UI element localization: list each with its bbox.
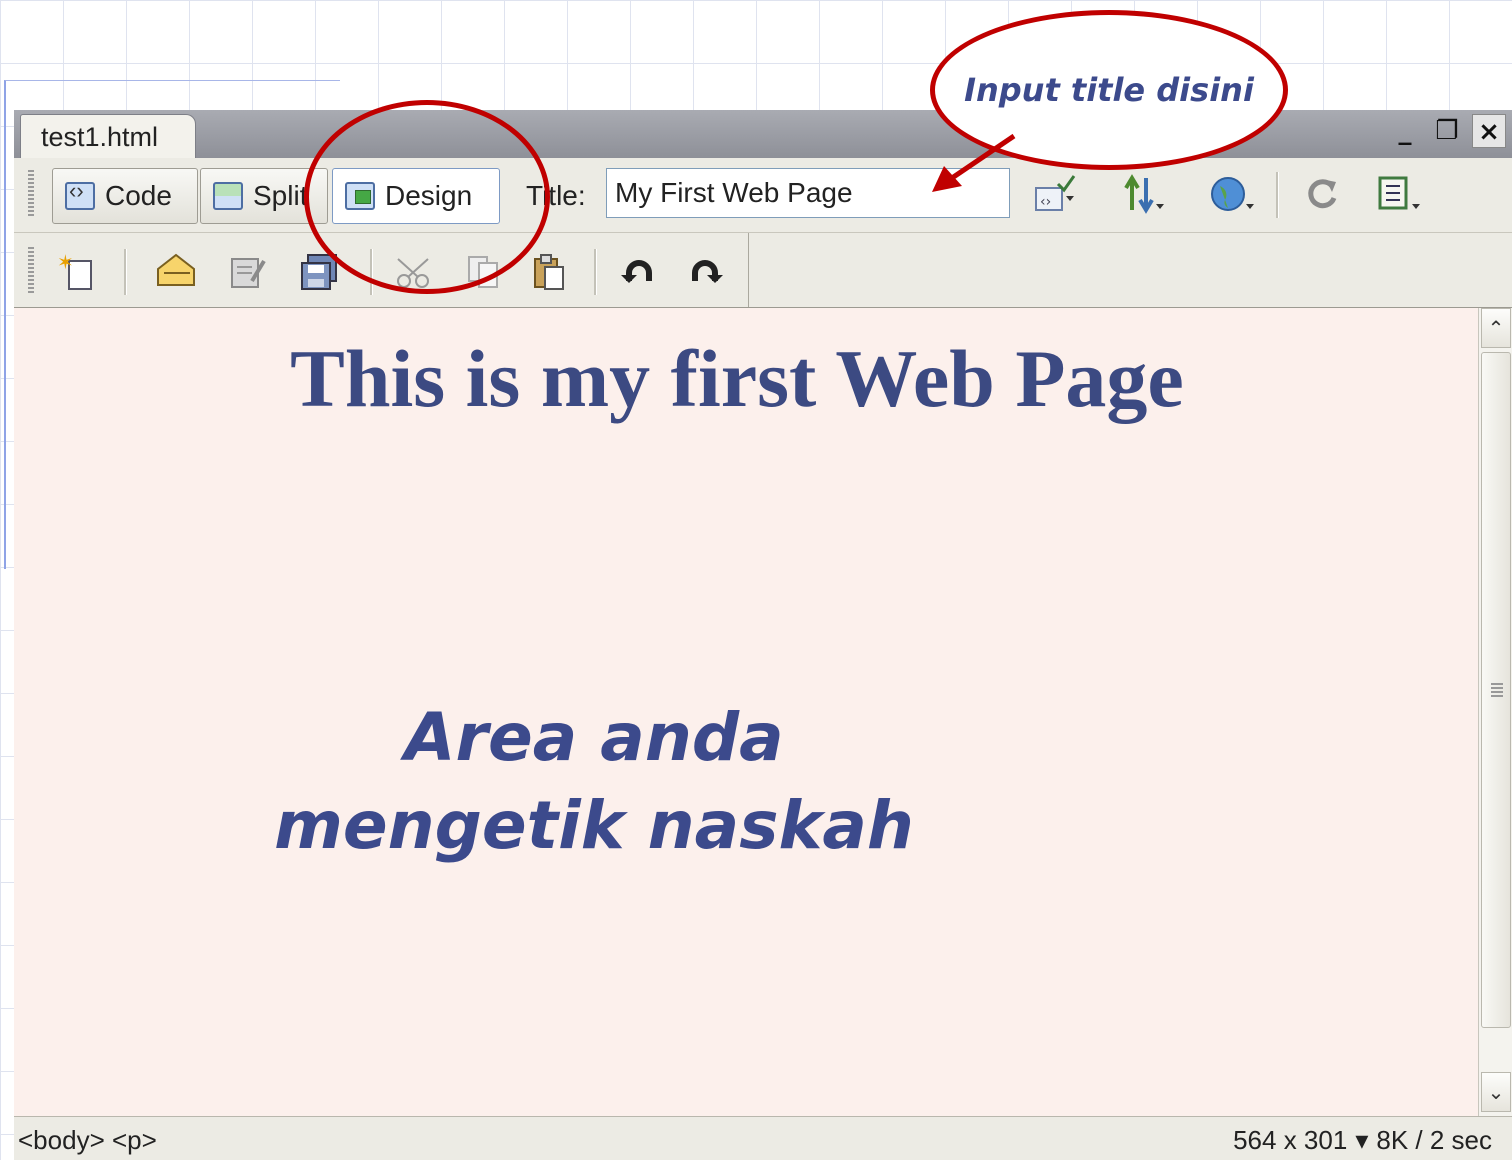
toolbar-separator bbox=[124, 249, 127, 295]
code-view-label: Code bbox=[105, 180, 172, 211]
window-size-readout[interactable]: 564 x 301 bbox=[1233, 1125, 1347, 1156]
vertical-scrollbar[interactable]: ⌃ ⌄ bbox=[1478, 308, 1512, 1116]
view-options-icon[interactable] bbox=[1376, 172, 1424, 216]
typing-area-annotation-line2: mengetik naskah bbox=[274, 787, 914, 864]
title-input-callout-text: Input title disini bbox=[964, 71, 1254, 109]
status-info: 564 x 301 ▾ 8K / 2 sec bbox=[1233, 1125, 1492, 1156]
open-icon[interactable] bbox=[154, 249, 200, 293]
scrollbar-grip bbox=[1491, 683, 1503, 697]
minimize-button[interactable]: _ bbox=[1388, 114, 1422, 148]
restore-button[interactable]: ❐ bbox=[1430, 114, 1464, 148]
scroll-up-arrow-icon[interactable]: ⌃ bbox=[1481, 308, 1511, 348]
validate-markup-icon[interactable]: ‹› bbox=[1030, 172, 1078, 216]
toolbar-grip[interactable] bbox=[28, 170, 34, 216]
code-view-button[interactable]: Code bbox=[52, 168, 198, 224]
redo-icon[interactable] bbox=[682, 249, 728, 293]
design-view-area[interactable]: This is my first Web Page Area anda meng… bbox=[14, 308, 1478, 1116]
window-controls: _ ❐ × bbox=[1388, 114, 1506, 148]
status-bar: <body> <p> 564 x 301 ▾ 8K / 2 sec bbox=[14, 1116, 1512, 1160]
typing-area-annotation-line1: Area anda bbox=[404, 699, 784, 776]
split-view-icon bbox=[213, 182, 243, 210]
browse-bridge-icon[interactable] bbox=[224, 249, 270, 293]
document-toolbar: Code Split Design Title: ‹› bbox=[14, 158, 1512, 233]
new-icon[interactable]: ✶ bbox=[54, 249, 100, 293]
file-management-icon[interactable] bbox=[1120, 172, 1168, 216]
scrollbar-thumb[interactable] bbox=[1481, 352, 1511, 1028]
toolbar-separator bbox=[594, 249, 597, 295]
typing-area-annotation: Area anda mengetik naskah bbox=[244, 694, 944, 870]
svg-text:✶: ✶ bbox=[57, 251, 74, 274]
preview-browser-icon[interactable] bbox=[1208, 172, 1256, 216]
undo-icon[interactable] bbox=[616, 249, 662, 293]
refresh-icon[interactable] bbox=[1298, 172, 1346, 216]
tag-selector[interactable]: <body> <p> bbox=[18, 1125, 157, 1156]
paste-icon[interactable] bbox=[526, 249, 572, 293]
svg-text:‹›: ‹› bbox=[1040, 194, 1051, 210]
title-input-callout: Input title disini bbox=[930, 10, 1288, 170]
document-tab-bar: test1.html _ ❐ × bbox=[14, 110, 1512, 160]
page-title-input[interactable] bbox=[606, 168, 1010, 218]
split-view-label: Split bbox=[253, 180, 308, 211]
standard-toolbar: ✶ bbox=[14, 233, 1512, 309]
document-window: test1.html _ ❐ × Code Split Design Title… bbox=[14, 110, 1512, 1160]
toolbar-separator bbox=[1276, 172, 1279, 218]
toolbar-grip[interactable] bbox=[28, 247, 34, 293]
scroll-down-arrow-icon[interactable]: ⌄ bbox=[1481, 1072, 1511, 1112]
close-button[interactable]: × bbox=[1472, 114, 1506, 148]
code-view-icon bbox=[65, 178, 95, 210]
page-heading: This is my first Web Page bbox=[290, 333, 1184, 424]
document-tab[interactable]: test1.html bbox=[20, 114, 196, 160]
design-button-highlight-circle bbox=[304, 100, 550, 294]
window-size-dropdown-icon[interactable]: ▾ bbox=[1355, 1125, 1368, 1156]
download-stats: 8K / 2 sec bbox=[1376, 1125, 1492, 1155]
